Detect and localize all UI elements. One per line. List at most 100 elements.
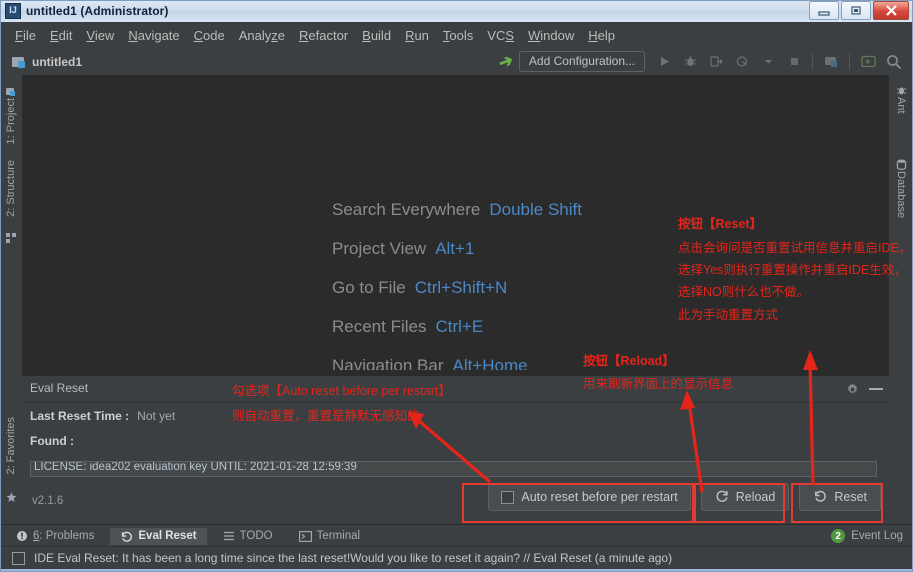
project-structure-icon[interactable] xyxy=(818,51,844,73)
status-bar: IDE Eval Reset: It has been a long time … xyxy=(0,546,913,569)
profile-icon[interactable] xyxy=(729,51,755,73)
sidebar-item-structure[interactable]: 2: Structure xyxy=(5,160,17,217)
toolbar-separator-2 xyxy=(849,53,850,70)
bottom-tab-label: 6: Problems xyxy=(33,530,95,542)
window-title-bar: IJ untitled1 (Administrator) xyxy=(0,0,913,23)
annotation-auto-reset-line1: 勾选项【Auto reset before per restart】 xyxy=(232,384,451,398)
event-log-button[interactable]: 2 Event Log xyxy=(831,529,903,543)
menu-item-analyze[interactable]: Analyze xyxy=(232,26,292,45)
favorites-star-icon xyxy=(6,490,17,502)
menu-item-code[interactable]: Code xyxy=(187,26,232,45)
auto-reset-checkbox[interactable]: Auto reset before per restart xyxy=(488,483,691,511)
bottom-tool-tabs: 6: Problems Eval Reset TODO Terminal 2 Even… xyxy=(0,524,913,547)
last-reset-time-row: Last Reset Time : Not yet xyxy=(30,409,175,423)
sidebar-item-ant-label: Ant xyxy=(895,97,907,114)
bottom-tab-eval-reset[interactable]: Eval Reset xyxy=(110,527,207,545)
run-icon[interactable] xyxy=(651,51,677,73)
gear-icon[interactable] xyxy=(846,382,859,396)
editor-hint-action: Recent Files xyxy=(332,317,427,336)
debug-icon[interactable] xyxy=(677,51,703,73)
arrow-to-reload-button xyxy=(680,390,704,493)
sidebar-item-ant[interactable]: Ant xyxy=(895,97,907,114)
minimize-button[interactable] xyxy=(809,1,839,20)
chevron-down-icon[interactable] xyxy=(755,51,781,73)
annotation-reset-line3: 选择Yes则执行重置操作并重启IDE生效， xyxy=(678,263,907,277)
sidebar-item-project-label: 1: Project xyxy=(5,98,17,145)
add-configuration-button[interactable]: Add Configuration... xyxy=(518,51,645,72)
ant-icon xyxy=(896,83,906,95)
toolbar-actions: ➔ Add Configuration... xyxy=(496,48,907,75)
breadcrumb-project-label: untitled1 xyxy=(32,54,82,69)
found-label: Found : xyxy=(30,434,74,448)
last-reset-time-label: Last Reset Time : xyxy=(30,409,130,423)
event-log-count-badge: 2 xyxy=(831,529,846,543)
bottom-tab-todo[interactable]: TODO xyxy=(213,528,283,544)
sidebar-item-database[interactable]: Database xyxy=(895,171,907,218)
menu-item-navigate[interactable]: Navigate xyxy=(121,26,186,45)
eval-reset-header: Eval Reset xyxy=(22,376,889,403)
menu-item-file[interactable]: File xyxy=(8,26,43,45)
sidebar-item-project[interactable]: 1: Project xyxy=(5,98,17,144)
menu-bar: File Edit View Navigate Code Analyze Refactor B… xyxy=(0,22,913,48)
search-icon[interactable] xyxy=(881,51,907,73)
window-controls xyxy=(807,1,909,20)
editor-shortcut-hints: Search Everywhere Double Shift Project Vie… xyxy=(332,200,672,370)
bottom-tab-label: Eval Reset xyxy=(138,530,197,542)
editor-hint-action: Search Everywhere xyxy=(332,200,481,219)
menu-item-build[interactable]: Build xyxy=(355,26,398,45)
annotation-reset-title: 按钮【Reset】 xyxy=(678,217,763,231)
bottom-tab-terminal[interactable]: Terminal xyxy=(289,528,370,544)
stop-icon[interactable] xyxy=(781,51,807,73)
maximize-button[interactable] xyxy=(841,1,871,20)
updates-icon[interactable] xyxy=(855,51,881,73)
menu-item-run[interactable]: Run xyxy=(398,26,436,45)
toolbar-separator xyxy=(812,53,813,70)
menu-item-window[interactable]: Window xyxy=(521,26,581,45)
checkbox-box-icon xyxy=(501,490,515,504)
editor-hint-shortcut: Ctrl+E xyxy=(435,317,484,336)
problems-icon xyxy=(16,530,28,542)
editor-hint-action: Project View xyxy=(332,239,427,258)
menu-item-edit[interactable]: Edit xyxy=(43,26,79,45)
editor-hint-action: Navigation Bar xyxy=(332,356,444,370)
event-log-label: Event Log xyxy=(851,530,903,542)
terminal-icon xyxy=(298,530,312,542)
menu-item-view[interactable]: View xyxy=(79,26,121,45)
arrow-to-auto-reset-checkbox xyxy=(408,412,492,484)
editor-hint-action: Go to File xyxy=(332,278,406,297)
navigation-toolbar: untitled1 ➔ Add Configuration... xyxy=(0,48,913,76)
ide-window: IJ untitled1 (Administrator) File Edit Vie… xyxy=(0,0,913,572)
right-tool-strip: Ant Database xyxy=(888,75,913,527)
todo-icon xyxy=(223,530,235,542)
reset-icon xyxy=(120,530,133,543)
idea-logo-icon: IJ xyxy=(5,3,21,19)
bottom-tab-label: Terminal xyxy=(316,530,361,542)
window-title: untitled1 (Administrator) xyxy=(26,4,169,18)
bottom-tab-label: TODO xyxy=(239,530,273,542)
annotation-reset-line5: 此为手动重置方式 xyxy=(678,308,779,322)
close-button[interactable] xyxy=(873,1,909,20)
bottom-tab-problems[interactable]: 6: Problems xyxy=(6,528,104,544)
sidebar-item-favorites[interactable]: 2: Favorites xyxy=(5,417,17,474)
menu-item-vcs[interactable]: VCS xyxy=(480,26,521,45)
project-icon xyxy=(6,83,16,96)
eval-reset-title: Eval Reset xyxy=(30,381,89,395)
reset-icon xyxy=(813,489,827,506)
reset-label: Reset xyxy=(834,490,867,504)
status-bar-message: IDE Eval Reset: It has been a long time … xyxy=(34,551,673,565)
minimize-icon[interactable] xyxy=(869,388,883,390)
notification-icon[interactable] xyxy=(12,551,25,565)
panel-header-icons xyxy=(846,376,883,402)
breadcrumb-project[interactable]: untitled1 xyxy=(12,55,82,69)
version-label: v2.1.6 xyxy=(32,495,64,507)
auto-reset-label: Auto reset before per restart xyxy=(521,490,678,504)
menu-item-tools[interactable]: Tools xyxy=(436,26,480,45)
editor-hint-shortcut: Double Shift xyxy=(489,200,582,219)
run-coverage-icon[interactable] xyxy=(703,51,729,73)
sidebar-item-database-label: Database xyxy=(895,171,907,219)
menu-item-refactor[interactable]: Refactor xyxy=(292,26,355,45)
editor-hint-row: Project View Alt+1 xyxy=(332,239,672,278)
editor-hint-row: Search Everywhere Double Shift xyxy=(332,200,672,239)
build-icon[interactable]: ➔ xyxy=(496,50,516,74)
menu-item-help[interactable]: Help xyxy=(581,26,622,45)
